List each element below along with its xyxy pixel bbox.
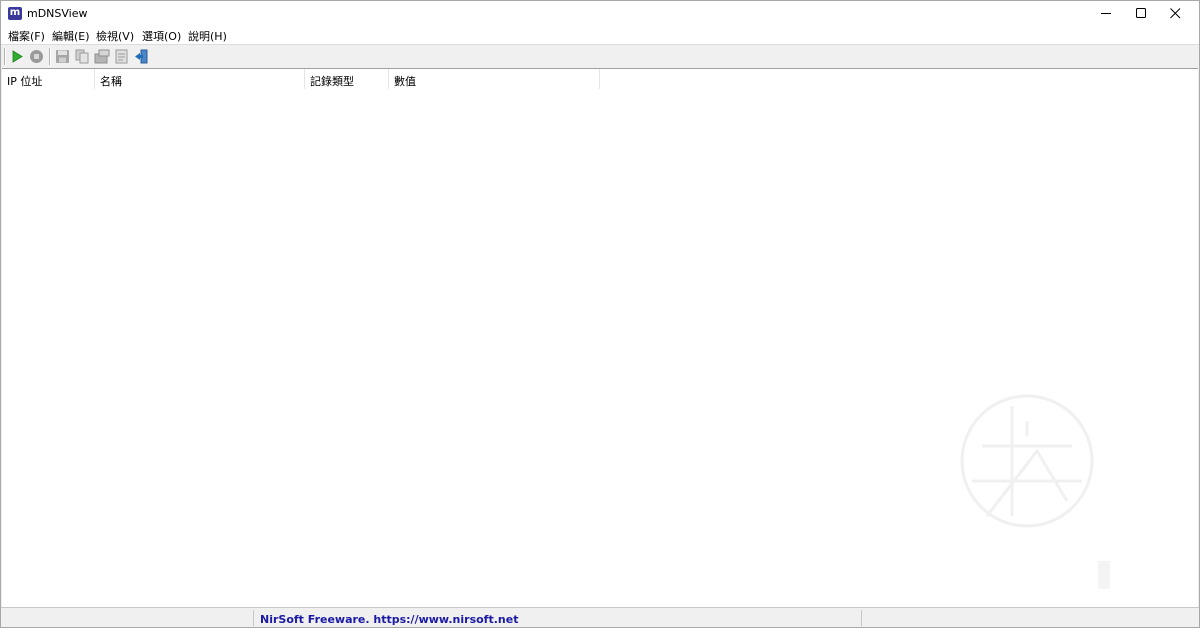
menu-file[interactable]: 檔案(F) [8, 28, 45, 44]
copy-icon [75, 49, 89, 64]
record-list[interactable]: IP 位址 名稱 記錄類型 數值 [2, 68, 1198, 608]
app-icon: m [8, 7, 22, 20]
title-bar[interactable]: m mDNSView [1, 1, 1199, 26]
save-icon [56, 50, 69, 63]
menu-bar: 檔案(F) 編輯(E) 檢視(V) 選項(O) 說明(H) [1, 26, 1199, 44]
menu-view[interactable]: 檢視(V) [96, 28, 134, 44]
html-report-icon [115, 49, 128, 64]
toolbar [1, 44, 1199, 68]
start-icon [12, 50, 23, 63]
properties-icon [94, 49, 110, 64]
stop-icon [30, 50, 43, 63]
column-header-ip[interactable]: IP 位址 [2, 69, 95, 89]
column-header-name[interactable]: 名稱 [95, 69, 305, 89]
exit-button[interactable] [133, 48, 150, 65]
stop-button[interactable] [28, 48, 45, 65]
save-button[interactable] [54, 48, 71, 65]
status-bar: NirSoft Freeware. https://www.nirsoft.ne… [1, 607, 1199, 627]
watermark-logo [960, 394, 1110, 589]
app-window: m mDNSView 檔案(F) 編輯(E) 檢視(V) 選項(O) 說明(H) [0, 0, 1200, 628]
close-icon [1170, 8, 1181, 19]
maximize-icon [1136, 8, 1146, 18]
column-header-record-type[interactable]: 記錄類型 [305, 69, 389, 89]
close-button[interactable] [1153, 1, 1199, 26]
start-button[interactable] [9, 48, 26, 65]
nirsoft-link[interactable]: NirSoft Freeware. https://www.nirsoft.ne… [260, 613, 518, 626]
minimize-icon [1101, 13, 1111, 14]
html-report-button[interactable] [113, 48, 130, 65]
column-header-value[interactable]: 數值 [389, 69, 600, 89]
toolbar-separator [4, 48, 5, 65]
menu-help[interactable]: 說明(H) [188, 28, 227, 44]
exit-icon [135, 49, 148, 64]
menu-options[interactable]: 選項(O) [142, 28, 181, 44]
toolbar-separator [49, 48, 50, 65]
menu-edit[interactable]: 編輯(E) [52, 28, 90, 44]
properties-button[interactable] [94, 48, 111, 65]
window-title: mDNSView [27, 7, 88, 20]
status-pane-count [1, 610, 254, 626]
copy-button[interactable] [74, 48, 91, 65]
